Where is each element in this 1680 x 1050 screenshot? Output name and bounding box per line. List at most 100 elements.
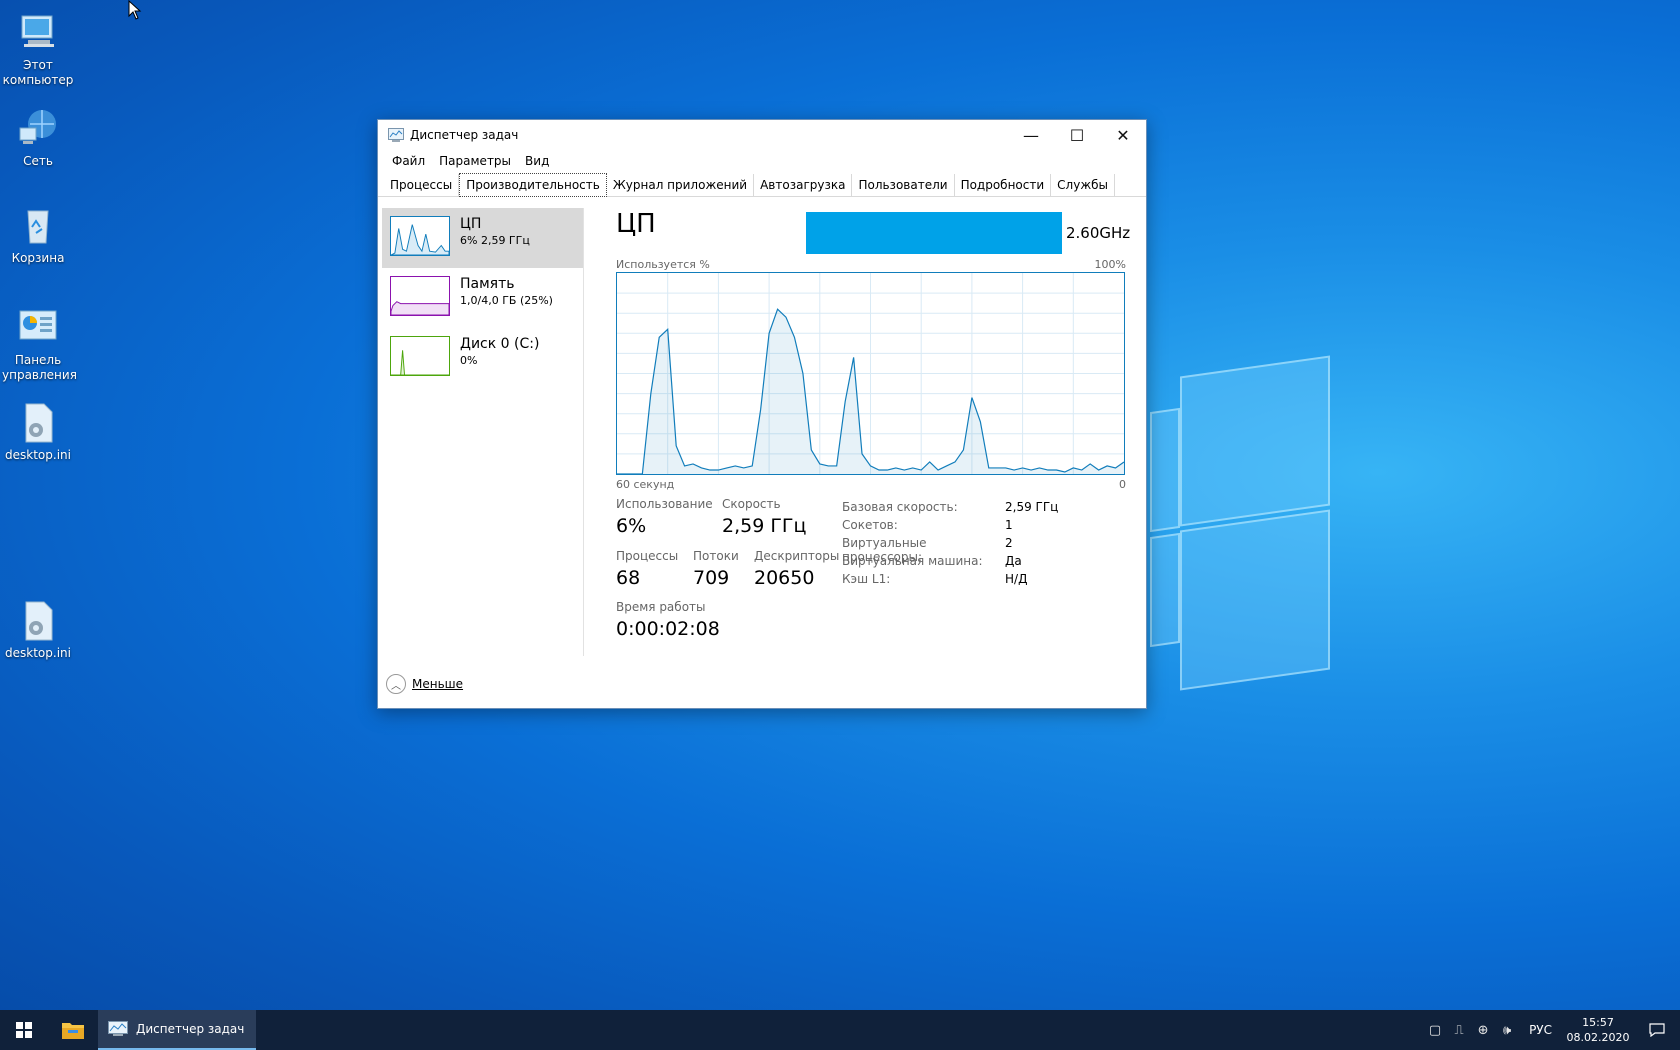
system-tray: ▢ ⎍ ⊕ 🕪 РУС 15:57 08.02.2020 [1423,1010,1680,1050]
stat-value: 6% [616,515,647,537]
fewer-details-label: Меньше [412,677,464,691]
stat-label: Процессы [616,549,679,563]
task-manager-window[interactable]: Диспетчер задач — ☐ ✕ Файл Параметры Вид… [377,119,1147,709]
computer-icon [16,10,60,54]
desktop-icon-label: desktop.ini [5,646,71,660]
stat-value: 68 [616,567,641,589]
stat-label: Дескрипторы [754,549,840,563]
mouse-cursor-icon [128,0,142,20]
minimize-button[interactable]: — [1008,120,1054,150]
tab-processes[interactable]: Процессы [384,174,460,196]
network-globe-icon[interactable]: ⊕ [1471,1010,1495,1050]
graph-y-max: 100% [1094,258,1126,271]
tablet-icon[interactable]: ▢ [1423,1010,1447,1050]
menu-file[interactable]: Файл [385,154,432,168]
graph-x-label: 60 секунд [616,478,675,491]
desktop-icon-label: Панель управления [2,353,77,382]
stat-value: 2,59 ГГц [722,515,807,537]
property-key: Кэш L1: [842,572,891,586]
tab-services[interactable]: Службы [1051,174,1116,196]
clock[interactable]: 15:57 08.02.2020 [1562,1015,1634,1045]
tab-startup[interactable]: Автозагрузка [754,174,853,196]
wallpaper-logo [1150,355,1350,691]
stat-label: Потоки [693,549,739,563]
desktop-icon-label: Этот компьютер [2,58,74,87]
menu-options[interactable]: Параметры [432,154,518,168]
tab-details[interactable]: Подробности [955,174,1052,196]
tab-performance[interactable]: Производительность [459,173,607,197]
desktop-icon-this-pc[interactable]: Этот компьютер [2,10,74,88]
property-row: Базовая скорость: 2,59 ГГц [842,500,1058,518]
windows-logo-icon [16,1022,32,1038]
chevron-up-icon: ︿ [386,674,406,694]
control-panel-icon [16,305,60,349]
sidebar-item-disk[interactable]: Диск 0 (C:) 0% [382,328,583,388]
cpu-usage-graph [616,272,1125,475]
stat-uptime: Время работы 0:00:02:08 [616,599,720,643]
sidebar-item-memory[interactable]: Память 1,0/4,0 ГБ (25%) [382,268,583,328]
stat-label: Время работы [616,600,706,614]
property-value: 1 [1005,518,1013,532]
cpu-thumbnail-graph [390,216,450,256]
property-row: Сокетов: 1 [842,518,1058,536]
language-indicator[interactable]: РУС [1519,1023,1562,1037]
tab-app-history[interactable]: Журнал приложений [607,174,755,196]
usb-icon[interactable]: ⎍ [1447,1010,1471,1050]
property-key: Сокетов: [842,518,898,532]
desktop-icon-label: desktop.ini [5,448,71,462]
sidebar-item-cpu[interactable]: ЦП 6% 2,59 ГГц [382,208,583,268]
notification-center-button[interactable] [1634,1010,1680,1050]
stat-value: 20650 [754,567,815,589]
graph-y-label: Используется % [616,258,710,271]
recycle-bin-icon [16,203,60,247]
sidebar-item-value: 6% 2,59 ГГц [460,234,530,247]
desktop-icon-desktop-ini-1[interactable]: desktop.ini [2,400,74,463]
clock-time: 15:57 [1582,1016,1614,1029]
menu-view[interactable]: Вид [518,154,556,168]
performance-panel: ЦП 6% 2,59 ГГц Память 1,0/4,0 ГБ (25%) Д… [378,198,1146,708]
memory-thumbnail-graph [390,276,450,316]
stat-value: 0:00:02:08 [616,618,720,640]
close-button[interactable]: ✕ [1100,120,1146,150]
network-icon [16,106,60,150]
clock-date: 08.02.2020 [1566,1031,1630,1044]
tab-strip: Процессы Производительность Журнал прило… [378,172,1146,197]
property-value: Н/Д [1005,572,1028,586]
cpu-model-frequency: 2.60GHz [1066,224,1131,242]
cpu-properties: Базовая скорость: 2,59 ГГц Сокетов: 1 Вирт… [842,500,1058,590]
menu-bar: Файл Параметры Вид [378,150,1146,172]
taskbar: Диспетчер задач ▢ ⎍ ⊕ 🕪 РУС 15:57 08.02.… [0,1010,1680,1050]
cpu-heading: ЦП [616,209,656,239]
property-value: Да [1005,554,1022,568]
desktop-icon-control-panel[interactable]: Панель управления [2,305,77,383]
stat-speed: Скорость 2,59 ГГц [722,496,806,540]
desktop-icon-network[interactable]: Сеть [2,106,74,169]
task-manager-app-icon [388,128,404,142]
sidebar-item-label: ЦП [460,216,482,232]
desktop-icon-recycle-bin[interactable]: Корзина [2,203,74,266]
sidebar-item-label: Диск 0 (C:) [460,336,540,352]
start-button[interactable] [0,1010,48,1050]
folder-icon [62,1023,84,1039]
property-key: Базовая скорость: [842,500,958,514]
property-row: Виртуальная машина: Да [842,554,1058,572]
sidebar-item-value: 0% [460,354,478,367]
title-bar[interactable]: Диспетчер задач — ☐ ✕ [378,120,1146,150]
settings-file-icon [16,400,60,444]
settings-file-icon [16,598,60,642]
tab-users[interactable]: Пользователи [852,174,955,196]
task-manager-app-icon [108,1021,128,1036]
taskbar-task-manager[interactable]: Диспетчер задач [98,1010,256,1050]
stat-usage: Использование 6% [616,496,713,540]
stat-value: 709 [693,567,730,589]
taskbar-file-explorer[interactable] [48,1010,98,1050]
volume-icon[interactable]: 🕪 [1495,1010,1519,1050]
property-value: 2,59 ГГц [1005,500,1059,514]
cpu-model-highlight [806,212,1062,254]
property-row: Виртуальные процессоры: 2 [842,536,1058,564]
fewer-details-toggle[interactable]: ︿ Меньше [386,674,463,694]
maximize-button[interactable]: ☐ [1054,120,1100,150]
desktop-icon-desktop-ini-2[interactable]: desktop.ini [2,598,74,661]
graph-x-zero: 0 [1119,478,1126,491]
stat-processes: Процессы 68 [616,548,678,592]
